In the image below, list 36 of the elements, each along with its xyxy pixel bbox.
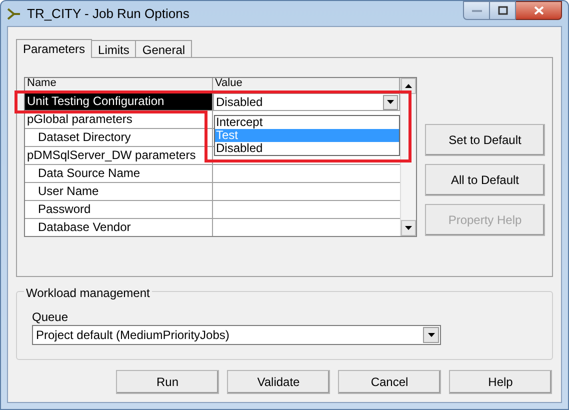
dropdown-option[interactable]: Disabled (215, 142, 399, 155)
dropdown-button[interactable] (383, 94, 398, 110)
down-arrow-icon (405, 226, 412, 230)
queue-label: Queue (32, 309, 70, 325)
property-name[interactable]: Unit Testing Configuration (25, 93, 213, 111)
action-button[interactable]: Set to Default (425, 124, 545, 156)
minimize-icon (472, 8, 482, 12)
queue-dropdown[interactable]: Project default (MediumPriorityJobs) (32, 325, 441, 345)
dialog-button[interactable]: Run (116, 370, 219, 394)
dialog-button[interactable]: Cancel (338, 370, 441, 394)
caret-icon (387, 100, 394, 104)
dropdown-button[interactable] (423, 327, 439, 343)
tab[interactable]: General (136, 40, 192, 57)
up-arrow-icon (405, 84, 412, 88)
caret-icon (428, 333, 434, 337)
dropdown-value: Disabled (216, 94, 264, 111)
queue-value: Project default (MediumPriorityJobs) (36, 327, 230, 344)
property-name[interactable]: Data Source Name (25, 165, 213, 183)
tab[interactable]: Limits (92, 40, 136, 57)
dialog-button[interactable]: Validate (227, 370, 330, 394)
app-icon (7, 8, 21, 20)
restore-icon (498, 6, 508, 15)
value-dropdown[interactable]: Disabled (213, 93, 400, 111)
close-icon (534, 6, 544, 15)
property-name[interactable]: Dataset Directory (25, 129, 213, 147)
maximize-button[interactable] (490, 1, 516, 20)
property-name[interactable]: User Name (25, 183, 213, 201)
property-name[interactable]: Password (25, 201, 213, 219)
dropdown-option[interactable]: Intercept (215, 116, 399, 129)
window-title: TR_CITY - Job Run Options (27, 4, 190, 23)
scroll-down-button[interactable] (401, 220, 416, 236)
close-button[interactable] (516, 1, 562, 20)
dialog-button[interactable]: Help (449, 370, 552, 394)
tab[interactable]: Parameters (16, 39, 92, 58)
action-button[interactable]: All to Default (425, 164, 545, 196)
property-name[interactable]: pDMSqlServer_DW parameters (25, 147, 213, 165)
